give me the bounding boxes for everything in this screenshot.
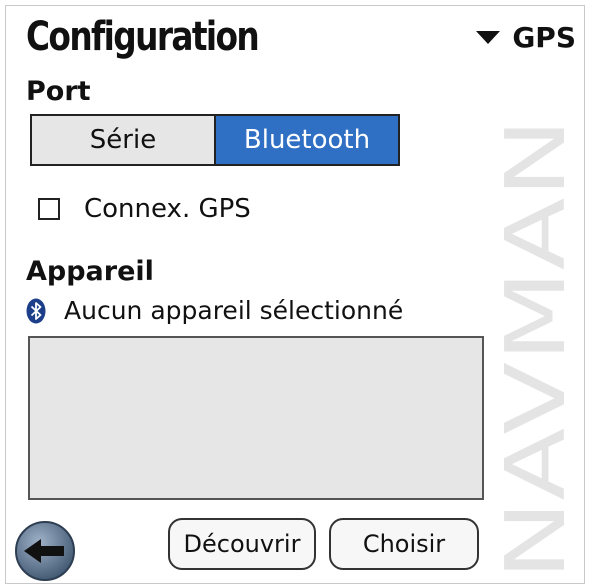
port-option-serie[interactable]: Série	[32, 116, 216, 164]
triangle-down-icon	[476, 31, 501, 44]
port-label: Port	[26, 76, 91, 107]
back-button[interactable]	[14, 520, 76, 582]
configuration-screen: Configuration GPS Port Série Bluetooth C…	[5, 5, 585, 584]
device-list[interactable]	[28, 336, 484, 500]
gps-menu-trigger[interactable]: GPS	[476, 21, 576, 54]
device-label: Appareil	[26, 256, 154, 287]
navman-watermark: NAVMAN	[494, 118, 576, 580]
gps-connection-row[interactable]: Connex. GPS	[38, 194, 251, 224]
choose-button[interactable]: Choisir	[329, 518, 479, 570]
gps-connection-checkbox[interactable]	[38, 198, 60, 220]
discover-button[interactable]: Découvrir	[168, 518, 316, 570]
port-selector: Série Bluetooth	[30, 114, 400, 166]
page-title: Configuration	[26, 14, 260, 60]
device-status: Aucun appareil sélectionné	[26, 296, 403, 325]
navman-watermark-text: NAVMAN	[494, 118, 576, 580]
gps-connection-label: Connex. GPS	[84, 194, 251, 224]
device-status-text: Aucun appareil sélectionné	[64, 296, 404, 325]
bluetooth-icon	[26, 298, 46, 323]
port-option-bluetooth[interactable]: Bluetooth	[216, 116, 398, 164]
gps-menu-label: GPS	[512, 21, 576, 54]
